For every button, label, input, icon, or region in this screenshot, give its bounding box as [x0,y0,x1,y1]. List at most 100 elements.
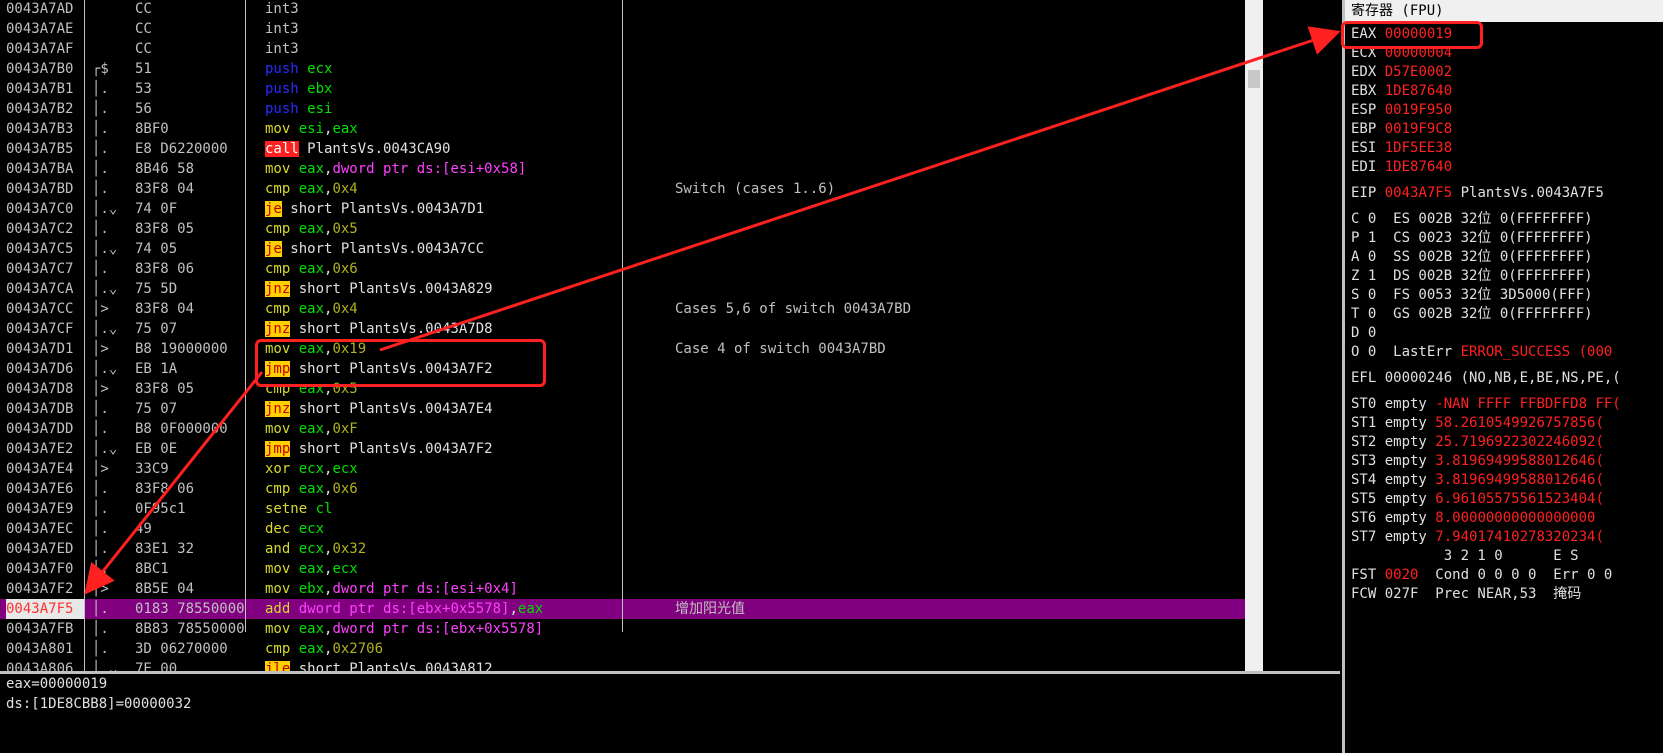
hex-bytes: E8 D6220000 [135,141,228,157]
register-row[interactable]: ESI 1DF5EE38 [1351,138,1452,158]
jump-arrow: │> [92,381,109,397]
lasterr-row[interactable]: O 0 LastErr ERROR_SUCCESS (000 [1351,342,1612,362]
register-row[interactable]: EDX D57E0002 [1351,62,1452,82]
fpu-name: ST3 empty [1351,453,1427,469]
instruction-token: dword ptr ds:[ebx+0x5578] [332,621,544,637]
fpu-row[interactable]: ST6 empty 8.00000000000000000 [1351,508,1595,528]
register-value[interactable]: 0019F950 [1385,102,1452,118]
fcw-row[interactable]: FCW 027F Prec NEAR,53 掩码 [1351,584,1581,604]
fpu-value[interactable]: 8.00000000000000000 [1435,510,1595,526]
address-cell: 0043A7C0 [6,201,74,217]
instruction: dec ecx [265,519,655,539]
instruction: mov esi,eax [265,119,655,139]
address-cell: 0043A7D1 [6,341,74,357]
fpu-row[interactable]: ST4 empty 3.81969499588012646( [1351,470,1604,490]
scrollbar-thumb[interactable] [1248,70,1260,88]
register-row[interactable]: EBX 1DE87640 [1351,81,1452,101]
fpu-row[interactable]: ST2 empty 25.7196922302246092( [1351,432,1604,452]
instruction-token: je [265,241,282,257]
instruction-token: 0x4 [332,301,358,317]
register-row[interactable]: EIP 0043A7F5 PlantsVs.0043A7F5 [1351,183,1604,203]
address-cell: 0043A7B5 [6,141,74,157]
instruction-token: esi [290,121,325,137]
hex-bytes: 83F8 04 [135,301,195,317]
fpu-row[interactable]: ST1 empty 58.2610549926757856( [1351,413,1604,433]
fpu-value[interactable]: 25.7196922302246092( [1435,434,1604,450]
registers-pane[interactable]: 寄存器 (FPU) EAX 00000019 ECX 00000004 EDX D5… [1342,0,1663,753]
fpu-name: ST0 empty [1351,396,1427,412]
address-cell: 0043A7FB [6,621,74,637]
registers-title[interactable]: 寄存器 (FPU) [1345,0,1663,22]
jump-arrow: │. [92,481,109,497]
fpu-value[interactable]: 58.2610549926757856( [1435,415,1604,431]
instruction-token: cmp [265,301,291,317]
hex-bytes: 7E 00 [135,661,178,671]
register-value[interactable]: 1DE87640 [1385,159,1452,175]
instruction-token: ecx [290,541,325,557]
flag-row[interactable]: T 0 GS 002B 32位 0(FFFFFFFF) [1351,304,1593,324]
instruction-token: dec [265,521,291,537]
register-value[interactable]: D57E0002 [1385,64,1452,80]
address-cell: 0043A7BA [6,161,74,177]
address-cell: 0043A7CC [6,301,74,317]
flag-row[interactable]: C 0 ES 002B 32位 0(FFFFFFFF) [1351,209,1593,229]
flag-row[interactable]: A 0 SS 002B 32位 0(FFFFFFFF) [1351,247,1593,267]
instruction: setne cl [265,499,655,519]
fpu-value[interactable]: -NAN FFFF FFBDFFD8 FF( [1435,396,1620,412]
disasm-row[interactable]: 0043A801 │. 3D 06270000 cmp eax,0x2706 [0,639,1245,659]
instruction-token: eax [290,481,325,497]
hex-bytes: 83F8 06 [135,481,195,497]
register-value[interactable]: 0019F9C8 [1385,121,1452,137]
comment: Cases 5,6 of switch 0043A7BD [675,301,912,317]
register-value[interactable]: 0043A7F5 [1385,185,1452,201]
instruction: push ecx [265,59,655,79]
eip-label: PlantsVs.0043A7F5 [1460,185,1604,201]
register-row[interactable]: EBP 0019F9C8 [1351,119,1452,139]
address-cell: 0043A7AE [6,21,74,37]
fpu-value[interactable]: 7.94017410278320234( [1435,529,1604,545]
instruction: push ebx [265,79,655,99]
instruction-token: jnz [265,321,291,337]
instruction-token: cmp [265,481,291,497]
fst-rest: Cond 0 0 0 0 Err 0 0 [1418,567,1613,583]
instruction-token: jmp [265,441,291,457]
st-header: 3 2 1 0 E S [1351,548,1579,564]
jump-arrow: │.⌄ [92,661,118,671]
fpu-row[interactable]: ST7 empty 7.94017410278320234( [1351,527,1604,547]
instruction-token: eax [517,601,544,617]
disassembly-scrollbar[interactable] [1245,0,1263,671]
instruction-token: setne [265,501,308,517]
flag-row[interactable]: S 0 FS 0053 32位 3D5000(FFF) [1351,285,1593,305]
jump-arrow: │. [92,541,109,557]
instruction-token: PlantsVs.0043CA90 [298,141,451,157]
jump-arrow: │. [92,101,109,117]
fpu-row[interactable]: ST3 empty 3.81969499588012646( [1351,451,1604,471]
jump-arrow: │.⌄ [92,201,118,217]
jump-arrow: │. [92,401,109,417]
hex-bytes: 49 [135,521,152,537]
instruction: cmp eax,0x6 [265,259,655,279]
fst-row[interactable]: FST 0020 Cond 0 0 0 0 Err 0 0 [1351,565,1612,585]
fpu-value[interactable]: 6.96105575561523404( [1435,491,1604,507]
register-value[interactable]: 1DE87640 [1385,83,1452,99]
instruction-token: 0x5 [332,221,358,237]
fpu-row[interactable]: ST0 empty -NAN FFFF FFBDFFD8 FF( [1351,394,1621,414]
efl-row[interactable]: EFL 00000246 (NO,NB,E,BE,NS,PE,( [1351,368,1621,388]
address-cell: 0043A7B2 [6,101,74,117]
instruction-token: 0x2706 [332,641,384,657]
instruction-token: ebx [290,581,325,597]
fpu-row[interactable]: ST5 empty 6.96105575561523404( [1351,489,1604,509]
disasm-row[interactable]: 0043A806 │.⌄ 7E 00 jle short PlantsVs.0043A… [0,659,1245,671]
fpu-value[interactable]: 3.81969499588012646( [1435,453,1604,469]
register-row[interactable]: ESP 0019F950 [1351,100,1452,120]
flag-row[interactable]: P 1 CS 0023 32位 0(FFFFFFFF) [1351,228,1593,248]
instruction-token: ecx [290,521,325,537]
fpu-header[interactable]: 3 2 1 0 E S [1351,546,1579,566]
flag-row[interactable]: Z 1 DS 002B 32位 0(FFFFFFFF) [1351,266,1593,286]
fpu-value[interactable]: 3.81969499588012646( [1435,472,1604,488]
fpu-name: ST7 empty [1351,529,1427,545]
flag-row[interactable]: D 0 [1351,323,1376,343]
instruction-token: jnz [265,401,291,417]
register-value[interactable]: 1DF5EE38 [1385,140,1452,156]
register-row[interactable]: EDI 1DE87640 [1351,157,1452,177]
